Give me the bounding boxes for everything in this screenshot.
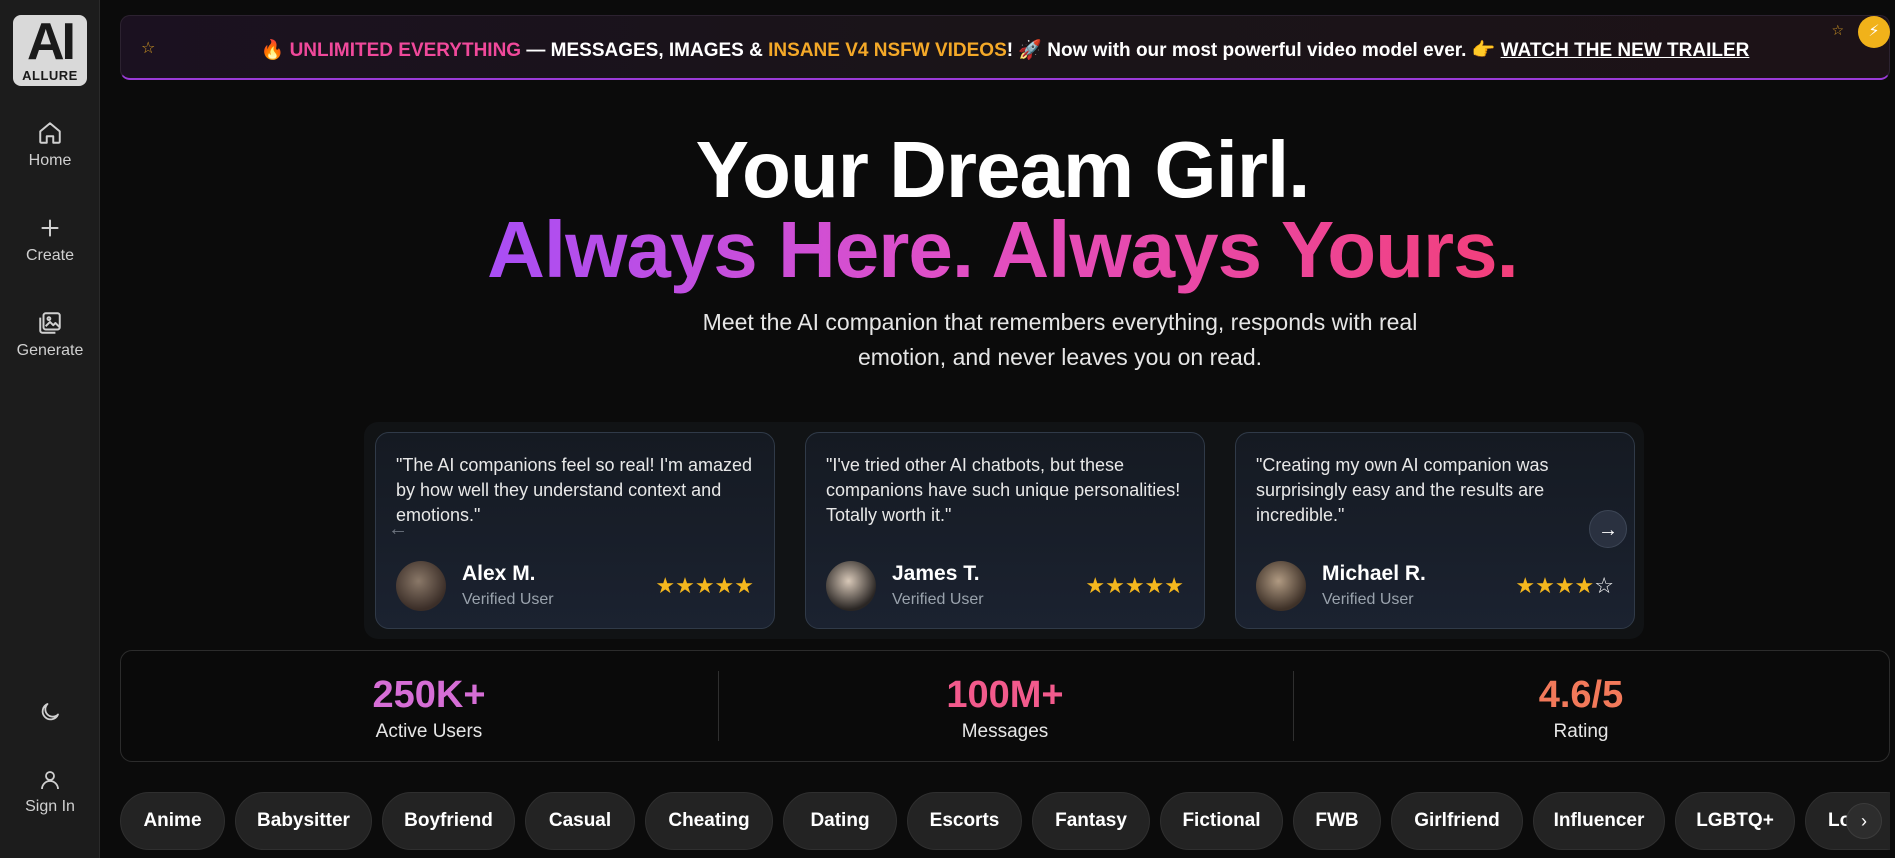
- category-chip[interactable]: LGBTQ+: [1675, 792, 1795, 850]
- banner-text: 🔥 UNLIMITED EVERYTHING — MESSAGES, IMAGE…: [121, 38, 1889, 62]
- stat-rating: 4.6/5 Rating: [1431, 673, 1731, 743]
- category-chip[interactable]: Casual: [525, 792, 635, 850]
- banner-text-part: — MESSAGES, IMAGES &: [521, 40, 769, 61]
- testimonial-name: Michael R.: [1322, 562, 1426, 585]
- watch-trailer-link[interactable]: WATCH THE NEW TRAILER: [1501, 40, 1750, 61]
- stat-label: Active Users: [375, 721, 483, 742]
- category-chip[interactable]: FWB: [1293, 792, 1381, 850]
- logo[interactable]: AI ALLURE: [13, 15, 87, 86]
- testimonial-quote: "The AI companions feel so real! I'm ama…: [396, 455, 753, 525]
- hero-subtitle: Meet the AI companion that remembers eve…: [702, 309, 1418, 370]
- category-chip[interactable]: Dating: [783, 792, 897, 850]
- banner-highlight: UNLIMITED EVERYTHING: [289, 40, 522, 61]
- stat-messages: 100M+ Messages: [855, 673, 1155, 743]
- sidebar-item-generate[interactable]: Generate: [0, 310, 100, 360]
- stat-value: 100M+: [946, 674, 1064, 716]
- theme-toggle[interactable]: [0, 700, 100, 730]
- stat-label: Messages: [961, 721, 1049, 742]
- sign-in-label: Sign In: [25, 798, 75, 815]
- testimonial-name: James T.: [892, 562, 980, 585]
- promo-banner: ☆ 🔥 UNLIMITED EVERYTHING — MESSAGES, IMA…: [120, 15, 1890, 80]
- testimonial-role: Verified User: [1322, 591, 1414, 608]
- stat-value: 4.6/5: [1538, 674, 1624, 716]
- user-icon: [41, 771, 59, 790]
- testimonial-card: "I've tried other AI chatbots, but these…: [805, 432, 1205, 629]
- divider: [1293, 671, 1294, 741]
- gallery-icon: [39, 312, 61, 334]
- sign-in-button[interactable]: Sign In: [0, 768, 100, 816]
- hero-tagline-text: Always Here. Always Yours.: [487, 205, 1519, 294]
- category-chip[interactable]: Girlfriend: [1391, 792, 1523, 850]
- testimonial-quote: "Creating my own AI companion was surpri…: [1256, 455, 1549, 525]
- star-icon: ☆: [1831, 22, 1844, 38]
- testimonial-role: Verified User: [892, 591, 984, 608]
- stats-bar: 250K+ Active Users 100M+ Messages 4.6/5 …: [120, 650, 1890, 762]
- sidebar-item-label: Generate: [16, 342, 84, 359]
- testimonial-role: Verified User: [462, 591, 554, 608]
- carousel-prev-button[interactable]: ←: [379, 510, 417, 548]
- divider: [718, 671, 719, 741]
- testimonial-card: "Creating my own AI companion was surpri…: [1235, 432, 1635, 629]
- testimonial-quote: "I've tried other AI chatbots, but these…: [826, 455, 1181, 525]
- rating-stars: ★★★★★: [655, 573, 754, 598]
- category-chip[interactable]: Fantasy: [1032, 792, 1150, 850]
- banner-text-part: ! 🚀 Now with our most powerful video mod…: [1006, 40, 1501, 61]
- moon-icon: [41, 703, 59, 721]
- category-chip[interactable]: Anime: [120, 792, 225, 850]
- hero-tagline: Always Here. Always Yours.: [0, 205, 1895, 295]
- stat-label: Rating: [1553, 721, 1609, 742]
- chevron-right-icon[interactable]: ›: [1846, 803, 1882, 839]
- category-chip[interactable]: Cheating: [645, 792, 773, 850]
- rating-stars: ★★★★★: [1085, 573, 1184, 598]
- category-chips: Anime Babysitter Boyfriend Casual Cheati…: [120, 792, 1890, 850]
- banner-highlight-gold: INSANE V4 NSFW VIDEOS: [768, 40, 1007, 61]
- category-chip[interactable]: Fictional: [1160, 792, 1283, 850]
- hero-title: Your Dream Girl.: [695, 125, 1311, 214]
- rating-stars: ★★★★☆: [1515, 573, 1614, 598]
- category-chip[interactable]: Influencer: [1533, 792, 1665, 850]
- logo-word: ALLURE: [22, 68, 78, 83]
- fire-icon: 🔥: [260, 40, 285, 61]
- testimonials-carousel: "The AI companions feel so real! I'm ama…: [364, 422, 1644, 639]
- carousel-next-button[interactable]: →: [1589, 510, 1627, 548]
- testimonial-name: Alex M.: [462, 562, 536, 585]
- category-chip[interactable]: Babysitter: [235, 792, 372, 850]
- category-chip[interactable]: Boyfriend: [382, 792, 515, 850]
- testimonial-card: "The AI companions feel so real! I'm ama…: [375, 432, 775, 629]
- stat-value: 250K+: [372, 674, 486, 716]
- stat-active-users: 250K+ Active Users: [279, 673, 579, 743]
- lightning-icon[interactable]: ⚡: [1858, 16, 1890, 48]
- avatar: [826, 561, 876, 611]
- avatar: [1256, 561, 1306, 611]
- logo-letters: AI: [27, 15, 76, 71]
- category-chip[interactable]: Escorts: [907, 792, 1022, 850]
- avatar: [396, 561, 446, 611]
